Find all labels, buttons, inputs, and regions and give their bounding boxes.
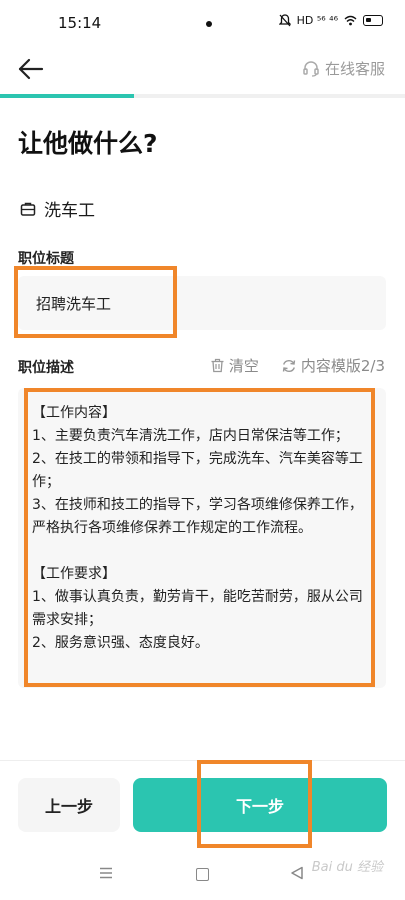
watermark: Bai du 经验 <box>311 860 383 875</box>
description-label: 职位描述 <box>18 360 74 376</box>
previous-step-button[interactable]: 上一步 <box>18 778 120 832</box>
briefcase-icon <box>20 202 36 216</box>
headset-icon <box>303 60 319 77</box>
bell-off-icon <box>278 14 291 27</box>
back-button[interactable] <box>16 54 46 84</box>
job-type-selector[interactable]: 洗车工 <box>20 196 95 221</box>
arrow-left-icon <box>18 58 44 80</box>
template-switch-button[interactable]: 内容模版2/3 <box>281 355 385 376</box>
network-indicators: HD ⁵⁶ ⁴⁶ <box>296 14 338 27</box>
job-description-textarea[interactable]: 【工作内容】 1、主要负责汽车清洗工作，店内日常保洁等工作； 2、在技工的带领和… <box>18 388 386 688</box>
footer-divider <box>0 760 405 761</box>
notification-dot <box>206 21 212 27</box>
page-title: 让他做什么? <box>18 129 158 158</box>
template-label: 内容模版2/3 <box>300 357 385 375</box>
progress-fill <box>0 94 134 98</box>
job-title-value: 招聘洗车工 <box>36 294 112 313</box>
next-step-button[interactable]: 下一步 <box>133 778 387 832</box>
title-label: 职位标题 <box>18 251 74 267</box>
online-support-button[interactable]: 在线客服 <box>302 58 385 79</box>
clear-label: 清空 <box>228 357 259 375</box>
job-type-label: 洗车工 <box>44 201 95 221</box>
job-title-input[interactable]: 招聘洗车工 <box>18 276 386 330</box>
job-description-text: 【工作内容】 1、主要负责汽车清洗工作，店内日常保洁等工作； 2、在技工的带领和… <box>32 405 363 651</box>
support-label: 在线客服 <box>324 60 385 78</box>
trash-icon <box>211 358 224 373</box>
home-icon[interactable] <box>196 868 209 881</box>
status-bar: 15:14 HD ⁵⁶ ⁴⁶ <box>0 0 405 48</box>
status-time: 15:14 <box>58 14 102 32</box>
description-tools: 清空 内容模版2/3 <box>210 355 385 376</box>
clear-button[interactable]: 清空 <box>210 355 259 376</box>
triangle-back-icon[interactable] <box>290 866 304 880</box>
status-icons: HD ⁵⁶ ⁴⁶ <box>278 14 383 27</box>
refresh-icon <box>282 359 296 372</box>
wifi-icon <box>344 15 357 26</box>
menu-icon[interactable] <box>99 867 113 879</box>
battery-icon <box>363 15 383 26</box>
